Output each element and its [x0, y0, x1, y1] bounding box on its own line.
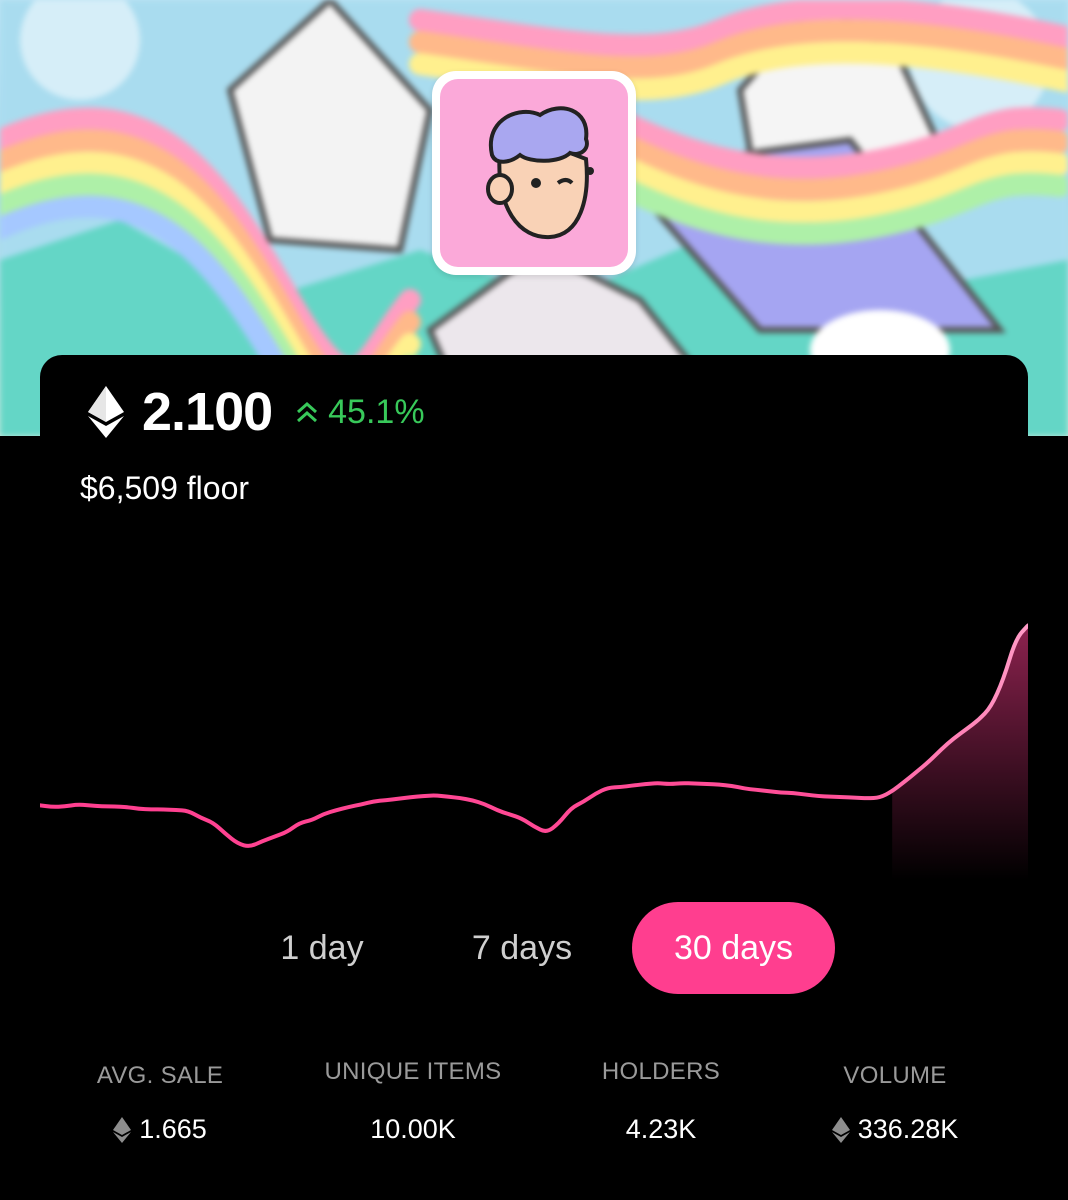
stat-avg-sale: AVG. SALE 1.665 [40, 1062, 280, 1145]
stat-value: 10.00K [370, 1114, 456, 1144]
ethereum-icon [831, 1116, 850, 1143]
price-row: 2.100 45.1% [88, 380, 425, 444]
tab-30-days[interactable]: 30 days [632, 902, 835, 994]
stat-value: 4.23K [625, 1114, 697, 1144]
cartoon-boy-avatar [440, 79, 628, 267]
tab-1-day[interactable]: 1 day [262, 902, 382, 994]
stat-label: AVG. SALE [96, 1062, 224, 1089]
floor-usd: $6,509 floor [80, 470, 250, 506]
stat-label: VOLUME [843, 1062, 947, 1089]
price-chart [38, 560, 1030, 880]
stat-volume: VOLUME 336.28K [775, 1062, 1015, 1145]
chart-series-line [38, 623, 1030, 848]
stat-value: 1.665 [139, 1114, 207, 1144]
stat-holders: HOLDERS 4.23K [541, 1058, 781, 1145]
floor-price: 2.100 [142, 382, 273, 442]
stat-label: HOLDERS [601, 1058, 721, 1085]
stat-unique-items: UNIQUE ITEMS 10.00K [293, 1058, 533, 1145]
collection-stats: AVG. SALE 1.665 UNIQUE ITEMS 10.00K HOLD… [0, 1058, 1068, 1172]
collection-avatar[interactable] [432, 71, 636, 275]
stat-label: UNIQUE ITEMS [324, 1058, 502, 1085]
time-range-tabs: 1 day 7 days 30 days [0, 902, 1068, 998]
ethereum-icon [88, 386, 124, 438]
price-change-value: 45.1% [328, 392, 425, 431]
price-change: 45.1% [294, 392, 425, 432]
price-line-chart [38, 623, 1030, 880]
tab-7-days[interactable]: 7 days [452, 902, 592, 994]
double-chevron-up-icon [297, 401, 318, 423]
stat-value: 336.28K [857, 1114, 959, 1144]
ethereum-icon [113, 1116, 132, 1143]
